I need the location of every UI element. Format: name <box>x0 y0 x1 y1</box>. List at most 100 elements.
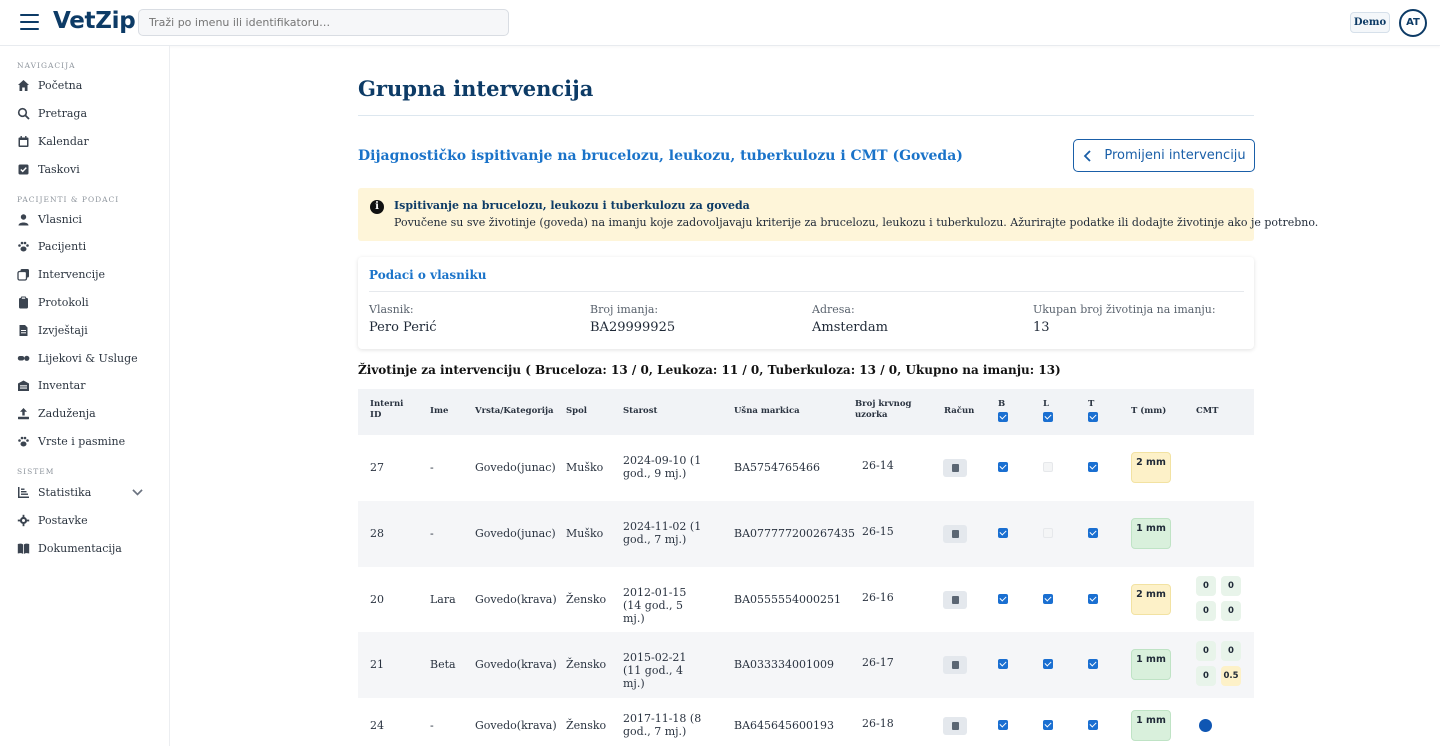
b-checkbox[interactable] <box>998 659 1008 669</box>
select-all-b-checkbox[interactable] <box>998 412 1008 422</box>
th-age: Starost <box>623 406 658 416</box>
owner-value: Pero Perić <box>369 320 437 335</box>
cell-internal-id: 27 <box>370 461 384 474</box>
demo-badge[interactable]: Demo <box>1350 12 1390 33</box>
cell-blood-sample: 26-15 <box>862 525 894 538</box>
cmt-indicator-dot[interactable] <box>1199 719 1212 732</box>
avatar[interactable]: AT <box>1399 9 1427 37</box>
sidebar-section-title: SISTEM <box>17 467 55 476</box>
cmt-quarter-value[interactable]: 0 <box>1221 601 1241 621</box>
invoice-button[interactable] <box>943 591 967 609</box>
th-name: Ime <box>430 406 449 416</box>
sidebar-item-taskovi[interactable]: Taskovi <box>17 159 162 179</box>
invoice-button[interactable] <box>943 459 967 477</box>
animal-count-value: 13 <box>1033 320 1050 335</box>
app-logo[interactable]: VetZip <box>53 8 136 34</box>
task-icon <box>18 164 29 174</box>
cell-species: Govedo(krava) <box>475 658 557 671</box>
chevron-down-icon[interactable] <box>131 486 144 499</box>
invoice-button[interactable] <box>943 656 967 674</box>
invoice-icon <box>951 722 959 730</box>
sidebar-item-inventar[interactable]: Inventar <box>17 376 162 396</box>
change-intervention-button[interactable]: Promijeni intervenciju <box>1073 139 1255 172</box>
pills-icon <box>17 355 30 361</box>
cmt-quarter-value[interactable]: 0 <box>1196 666 1216 686</box>
sidebar-item-label: Zaduženja <box>38 407 96 421</box>
sidebar-item-protokoli[interactable]: Protokoli <box>17 292 162 312</box>
t-checkbox[interactable] <box>1088 462 1098 472</box>
invoice-icon <box>951 596 959 604</box>
owner-card-title: Podaci o vlasniku <box>369 268 487 282</box>
gear-icon <box>17 514 30 526</box>
b-checkbox[interactable] <box>998 528 1008 538</box>
b-checkbox[interactable] <box>998 594 1008 604</box>
l-checkbox[interactable] <box>1043 462 1053 472</box>
calendar-icon <box>18 135 29 147</box>
cmt-quarter-value[interactable]: 0.5 <box>1221 666 1241 686</box>
cmt-quarter-value[interactable]: 0 <box>1196 601 1216 621</box>
sidebar-item-dokumentacija[interactable]: Dokumentacija <box>17 538 162 558</box>
select-all-t-checkbox[interactable] <box>1088 412 1098 422</box>
sidebar-item-statistika[interactable]: Statistika <box>17 482 162 502</box>
cell-blood-sample: 26-18 <box>862 717 894 730</box>
top-bar: VetZip Demo AT <box>0 0 1440 46</box>
cmt-quarter-value[interactable]: 0 <box>1221 576 1241 596</box>
t-checkbox[interactable] <box>1088 528 1098 538</box>
t-checkbox[interactable] <box>1088 720 1098 730</box>
l-checkbox[interactable] <box>1043 720 1053 730</box>
tuberculin-mm-input[interactable]: 2 mm <box>1131 584 1171 615</box>
owner-divider <box>369 291 1244 292</box>
search-input[interactable] <box>138 9 509 36</box>
t-checkbox[interactable] <box>1088 594 1098 604</box>
cmt-quarter-value[interactable]: 0 <box>1196 641 1216 661</box>
tuberculin-mm-input[interactable]: 1 mm <box>1131 518 1171 549</box>
invoice-button[interactable] <box>943 525 967 543</box>
tuberculin-mm-input[interactable]: 1 mm <box>1131 710 1171 741</box>
table-row[interactable]: 24 - Govedo(krava) Žensko 2017-11-18 (8 god.… <box>358 698 1254 746</box>
table-row[interactable]: 20 Lara Govedo(krava) Žensko 2012-01-15 (14 … <box>358 567 1254 633</box>
th-t: T <box>1088 399 1095 409</box>
sidebar-item-izvje-taji[interactable]: Izvještaji <box>17 320 162 340</box>
sidebar-item-vlasnici[interactable]: Vlasnici <box>17 209 162 229</box>
cmt-quarter-value[interactable]: 0 <box>1221 641 1241 661</box>
sidebar-item-lijekovi-usluge[interactable]: Lijekovi & Usluge <box>17 348 162 368</box>
th-invoice: Račun <box>944 406 975 416</box>
sidebar: NAVIGACIJA Početna Pretraga Kalendar Taskovi… <box>0 46 170 746</box>
search-icon <box>17 107 30 120</box>
upload-icon <box>18 408 29 420</box>
sidebar-item-pretraga[interactable]: Pretraga <box>17 103 162 123</box>
farm-number-value: BA29999925 <box>590 320 676 335</box>
table-header: Interni ID Ime Vrsta/Kategorija Spol Starost… <box>358 389 1254 435</box>
sidebar-item-kalendar[interactable]: Kalendar <box>17 131 162 151</box>
b-checkbox[interactable] <box>998 720 1008 730</box>
tuberculin-mm-input[interactable]: 1 mm <box>1131 649 1171 680</box>
table-row[interactable]: 28 - Govedo(junac) Muško 2024-11-02 (1 god.,… <box>358 501 1254 567</box>
sidebar-item-po-etna[interactable]: Početna <box>17 75 162 95</box>
l-checkbox[interactable] <box>1043 659 1053 669</box>
menu-icon[interactable] <box>20 14 39 30</box>
t-checkbox[interactable] <box>1088 659 1098 669</box>
sidebar-item-vrste-i-pasmine[interactable]: Vrste i pasmine <box>17 431 162 451</box>
sidebar-item-postavke[interactable]: Postavke <box>17 510 162 530</box>
l-checkbox[interactable] <box>1043 594 1053 604</box>
th-b: B <box>998 399 1006 409</box>
animal-count-label: Ukupan broj životinja na imanju: <box>1033 303 1216 316</box>
table-row[interactable]: 27 - Govedo(junac) Muško 2024-09-10 (1 god.,… <box>358 435 1254 501</box>
cell-sex: Muško <box>566 461 604 474</box>
cell-age: 2024-09-10 (1 god., 9 mj.) <box>623 454 702 480</box>
b-checkbox[interactable] <box>998 462 1008 472</box>
sidebar-item-label: Vrste i pasmine <box>38 434 126 448</box>
tuberculin-mm-input[interactable]: 2 mm <box>1131 452 1171 483</box>
cell-age: 2017-11-18 (8 god., 7 mj.) <box>623 712 702 738</box>
invoice-button[interactable] <box>943 717 967 735</box>
cell-blood-sample: 26-17 <box>862 656 894 669</box>
sidebar-item-pacijenti[interactable]: Pacijenti <box>17 237 162 257</box>
table-row[interactable]: 21 Beta Govedo(krava) Žensko 2015-02-21 (11 … <box>358 632 1254 698</box>
invoice-icon <box>951 464 959 472</box>
select-all-l-checkbox[interactable] <box>1043 412 1053 422</box>
cmt-quarter-value[interactable]: 0 <box>1196 576 1216 596</box>
l-checkbox[interactable] <box>1043 528 1053 538</box>
book-icon <box>17 543 30 554</box>
sidebar-item-zadu-enja[interactable]: Zaduženja <box>17 404 162 424</box>
sidebar-item-intervencije[interactable]: Intervencije <box>17 265 162 285</box>
